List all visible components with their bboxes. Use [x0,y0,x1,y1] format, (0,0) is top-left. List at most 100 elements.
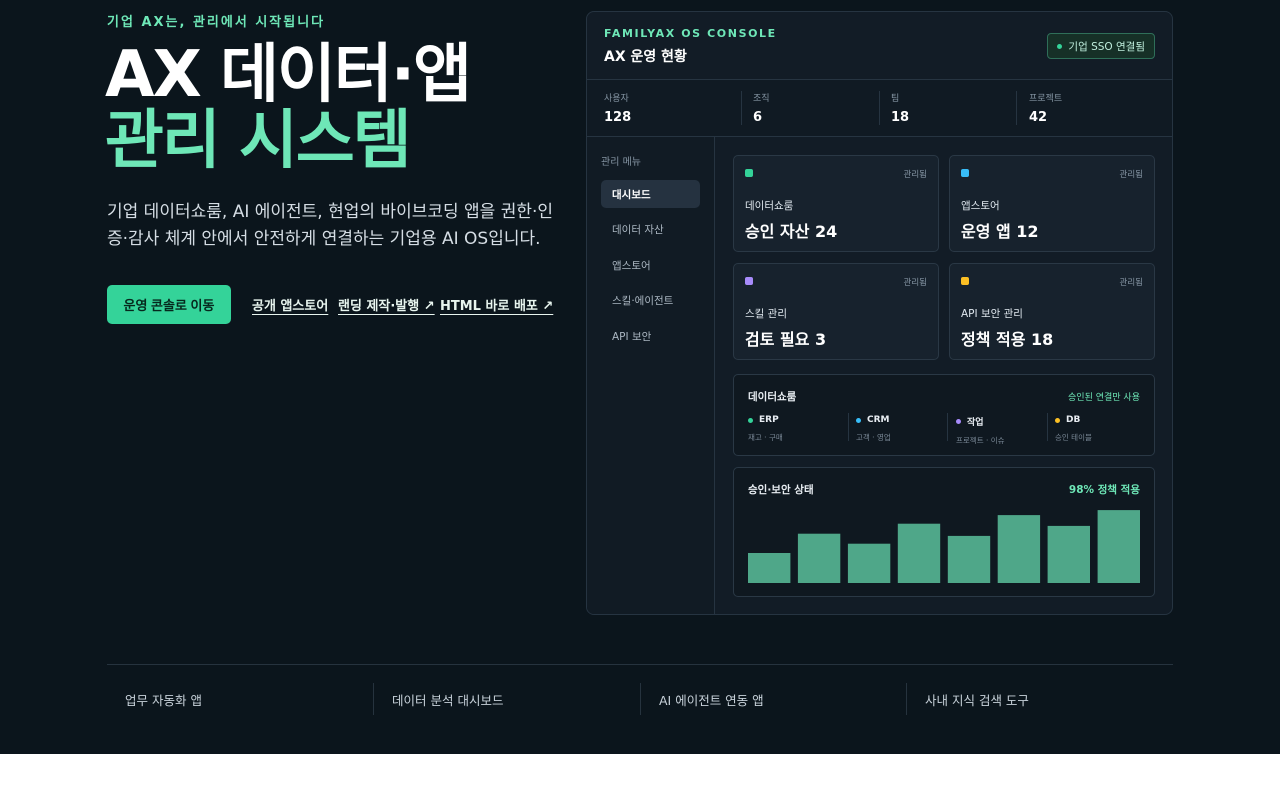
stat-teams: 팀 18 [891,91,909,127]
card-badge: 관리됨 [903,170,927,180]
card-name: 데이터쇼룸 [745,200,794,212]
dot-icon [956,419,961,424]
source-desc: 승인 테이블 [1055,433,1092,442]
public-appstore-link[interactable]: 공개 앱스토어 [252,295,328,314]
console-sidebar: 관리 메뉴 대시보드 데이터 자산 앱스토어 스킬·에이전트 API 보안 [587,137,715,614]
chart-bar [748,553,791,583]
stat-value: 42 [1029,110,1048,125]
stat-users: 사용자 128 [604,91,631,127]
source-erp[interactable]: ERP 재고 · 구매 [748,415,783,443]
card-value: 운영 앱 12 [961,222,1039,241]
status-dot-icon [1057,43,1063,49]
source-crm[interactable]: CRM 고객 · 영업 [856,415,891,443]
sidebar-title: 관리 메뉴 [601,157,641,168]
hero-eyebrow: 기업 AX는, 관리에서 시작됩니다 [107,15,326,30]
hero-title: AX 데이터·앱 관리 시스템 [105,38,472,178]
card-value: 정책 적용 18 [961,330,1054,349]
card-name: 앱스토어 [961,200,1000,212]
stat-value: 128 [604,110,632,125]
card-badge: 관리됨 [1119,278,1143,288]
source-db[interactable]: DB 승인 테이블 [1055,415,1092,443]
card-badge: 관리됨 [1119,170,1143,180]
card-value: 검토 필요 3 [745,330,827,349]
landing-page: 기업 AX는, 관리에서 시작됩니다 AX 데이터·앱 관리 시스템 기업 데이… [0,0,1280,754]
console-preview: FAMILYAX OS CONSOLE AX 운영 현황 기업 SSO 연결됨 … [586,11,1173,615]
section-divider [107,664,1173,665]
source-divider [1047,413,1048,441]
card-swatch-icon [745,277,753,285]
sso-status-label: 기업 SSO 연결됨 [1068,40,1145,53]
card-value: 승인 자산 24 [745,222,838,241]
card-skill-management[interactable]: 관리됨 스킬 관리 검토 필요 3 [733,263,939,360]
stat-value: 6 [753,110,763,125]
console-cta-button[interactable]: 운영 콘솔로 이동 [107,285,231,324]
stats-bar: 사용자 128 조직 6 팀 18 프로젝트 42 [587,80,1172,137]
hero-description: 기업 데이터쇼룸, AI 에이전트, 현업의 바이브코딩 앱을 권한·인증·감사… [107,202,554,249]
html-deploy-link[interactable]: HTML 바로 배포 ↗ [440,295,553,314]
stat-label: 프로젝트 [1029,94,1063,104]
chart-bar [1047,525,1090,583]
landing-publish-link[interactable]: 랜딩 제작·발행 ↗ [338,295,435,314]
source-divider [848,413,849,441]
chart-bar [847,543,891,583]
source-desc: 재고 · 구매 [748,433,783,442]
stat-orgs: 조직 6 [753,91,770,127]
source-name: DB [1066,415,1081,425]
hero-title-line2: 관리 시스템 [105,104,412,178]
feature-item: AI 에이전트 연동 앱 [659,692,764,708]
card-api-security[interactable]: 관리됨 API 보안 관리 정책 적용 18 [949,263,1155,360]
sso-status-badge[interactable]: 기업 SSO 연결됨 [1047,33,1155,59]
card-name: 스킬 관리 [745,308,787,320]
card-swatch-icon [961,277,969,285]
feature-item: 사내 지식 검색 도구 [925,692,1029,708]
panel-title: 데이터쇼룸 [748,391,797,403]
security-bar-chart [748,510,1140,583]
sidebar-item-api-security[interactable]: API 보안 [601,322,700,350]
dot-icon [856,417,861,423]
data-showroom-panel: 데이터쇼룸 승인된 연결만 사용 ERP 재고 · 구매 CRM 고객 · 영업… [733,374,1155,456]
card-swatch-icon [961,169,969,177]
chart-bar [897,523,941,583]
card-appstore[interactable]: 관리됨 앱스토어 운영 앱 12 [949,155,1155,252]
stat-divider [741,91,742,125]
source-tasks[interactable]: 작업 프로젝트 · 이슈 [956,415,1005,446]
card-data-showroom[interactable]: 관리됨 데이터쇼룸 승인 자산 24 [733,155,939,252]
sidebar-item-data-assets[interactable]: 데이터 자산 [601,215,700,243]
sidebar-item-skills-agents[interactable]: 스킬·에이전트 [601,286,700,314]
console-header: FAMILYAX OS CONSOLE AX 운영 현황 기업 SSO 연결됨 [587,12,1172,80]
security-status-panel: 승인·보안 상태 98% 정책 적용 [733,467,1155,597]
stat-label: 팀 [891,94,900,104]
source-name: 작업 [967,418,984,428]
feature-item: 업무 자동화 앱 [125,692,202,708]
stat-projects: 프로젝트 42 [1029,91,1062,127]
feature-divider [906,683,907,715]
source-desc: 고객 · 영업 [856,433,891,442]
chart-bar [1097,510,1140,583]
dot-icon [1055,417,1060,423]
card-swatch-icon [745,169,753,177]
chart-bar [997,515,1041,583]
source-name: CRM [867,415,890,425]
sidebar-item-dashboard[interactable]: 대시보드 [601,180,700,208]
card-name: API 보안 관리 [961,308,1023,320]
sidebar-item-appstore[interactable]: 앱스토어 [601,251,700,279]
dot-icon [748,417,753,423]
source-desc: 프로젝트 · 이슈 [956,436,1005,445]
chart-bar [797,533,841,583]
card-badge: 관리됨 [903,278,927,288]
stat-divider [1016,91,1017,125]
panel-note: 승인된 연결만 사용 [1068,393,1140,403]
chart-bar [947,535,991,583]
feature-divider [640,683,641,715]
stat-label: 조직 [753,94,770,104]
stat-value: 18 [891,110,910,125]
console-label: FAMILYAX OS CONSOLE [604,27,777,40]
panel-note: 98% 정책 적용 [1068,484,1140,496]
source-divider [947,413,948,441]
stat-divider [879,91,880,125]
feature-item: 데이터 분석 대시보드 [392,692,504,708]
feature-divider [373,683,374,715]
hero-title-line1: AX 데이터·앱 [105,38,472,112]
source-name: ERP [759,415,779,425]
stat-label: 사용자 [604,94,629,104]
